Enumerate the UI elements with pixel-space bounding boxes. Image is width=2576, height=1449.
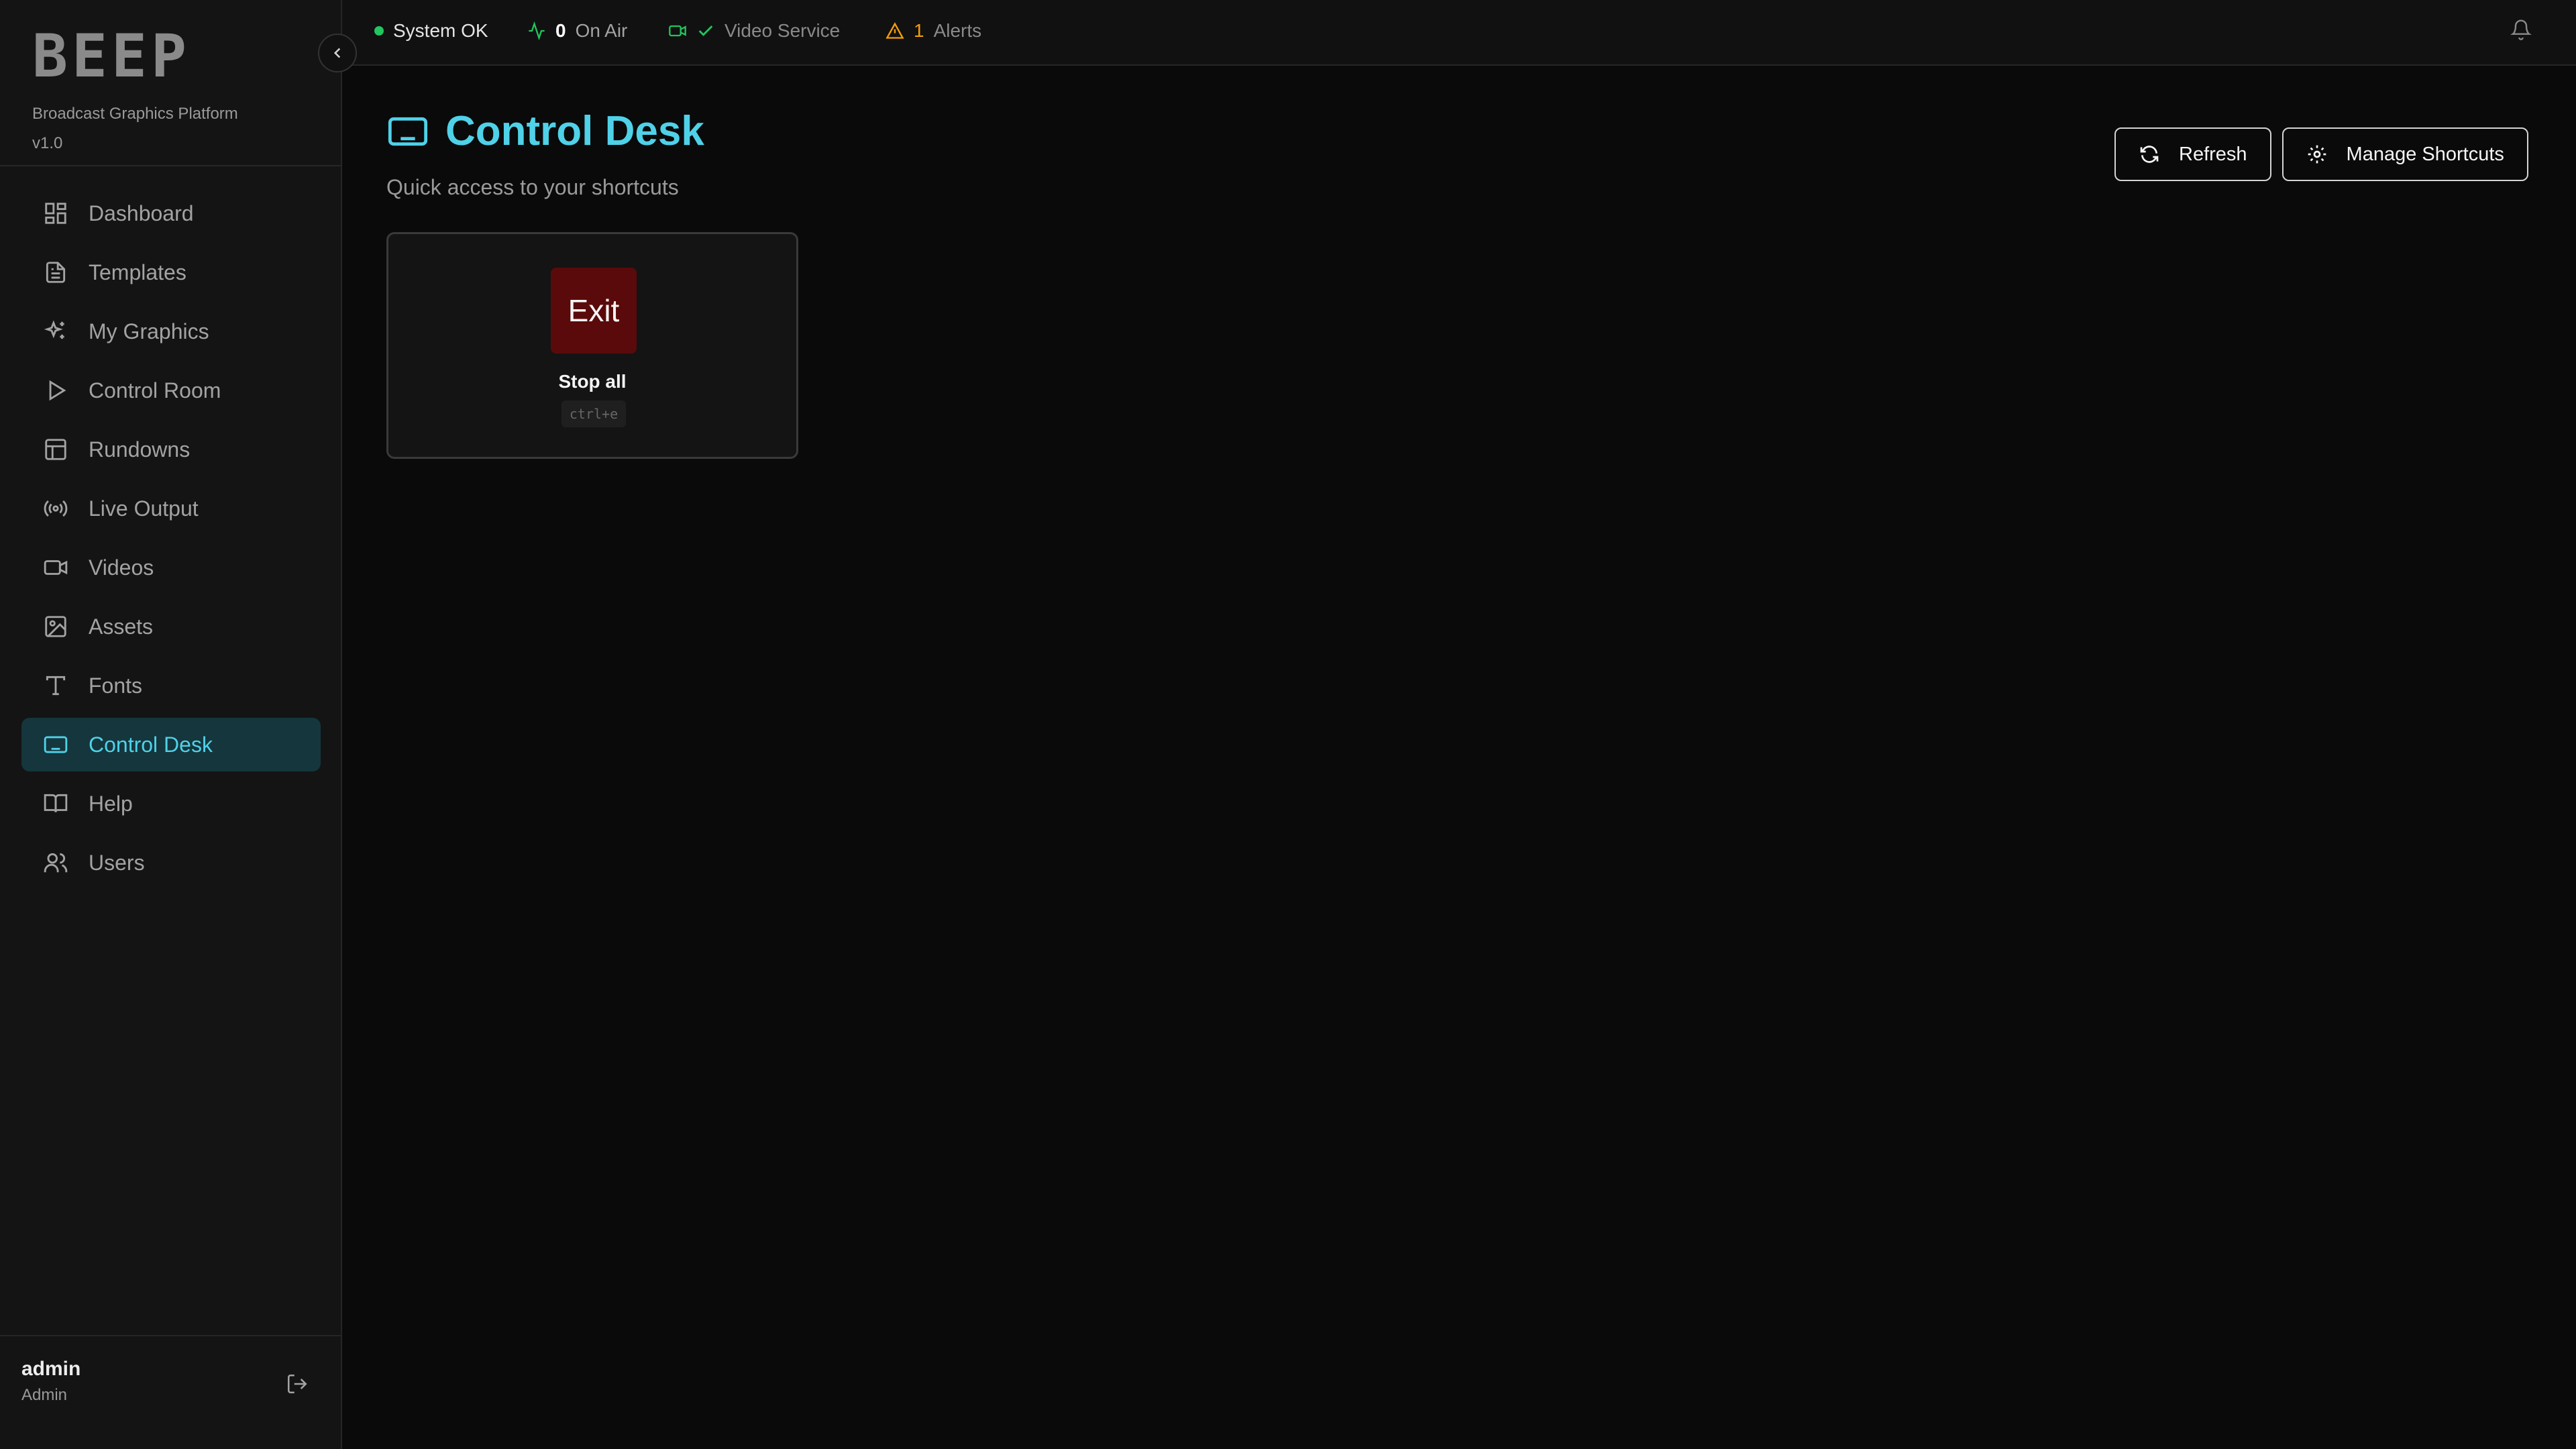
- refresh-icon: [2140, 146, 2159, 163]
- system-status: System OK: [374, 20, 488, 42]
- alerts-count: 1: [914, 20, 924, 41]
- gear-icon: [2308, 145, 2326, 164]
- sidebar-item-label: Dashboard: [89, 201, 194, 225]
- sidebar-item-rundowns[interactable]: Rundowns: [21, 423, 321, 476]
- sidebar-item-videos[interactable]: Videos: [21, 541, 321, 594]
- sidebar-item-my-graphics[interactable]: My Graphics: [21, 305, 321, 358]
- video-service-label: Video Service: [724, 20, 841, 41]
- brand-version: v1.0: [32, 134, 63, 152]
- sidebar-item-dashboard[interactable]: Dashboard: [21, 186, 321, 240]
- shortcut-keys: ctrl+e: [561, 400, 626, 427]
- page-actions: Refresh Manage Shortcuts: [2114, 127, 2528, 181]
- collapse-sidebar-button[interactable]: [318, 34, 357, 72]
- users-icon: [44, 853, 68, 873]
- warning-icon: [885, 22, 904, 39]
- sidebar: BEEP Broadcast Graphics Platform v1.0 Da…: [0, 0, 342, 1449]
- page-title: Control Desk: [445, 108, 704, 154]
- book-icon: [44, 794, 68, 812]
- user-info: admin Admin: [21, 1358, 80, 1405]
- user-role: Admin: [21, 1386, 68, 1404]
- image-icon: [45, 616, 66, 637]
- system-status-label: System OK: [393, 20, 488, 41]
- check-icon: [698, 25, 713, 36]
- page-subtitle: Quick access to your shortcuts: [386, 175, 679, 199]
- divider: [0, 1335, 341, 1336]
- sidebar-item-label: Videos: [89, 555, 154, 580]
- table-icon: [45, 439, 66, 460]
- bell-icon: [2510, 19, 2532, 40]
- refresh-label: Refresh: [2179, 143, 2247, 165]
- alerts-status[interactable]: 1 Alerts: [885, 20, 981, 42]
- sidebar-item-label: Control Room: [89, 378, 221, 402]
- shortcut-card[interactable]: Exit Stop all ctrl+e: [386, 232, 798, 459]
- sidebar-item-live-output[interactable]: Live Output: [21, 482, 321, 535]
- sidebar-item-label: Assets: [89, 614, 154, 639]
- sidebar-item-label: My Graphics: [89, 319, 209, 343]
- sidebar-nav: Dashboard Templates My Graphics Control …: [21, 186, 321, 895]
- on-air-label: On Air: [575, 20, 628, 41]
- shortcut-label: Stop all: [558, 371, 627, 392]
- logout-button[interactable]: [282, 1368, 313, 1399]
- chevron-left-icon: [333, 48, 341, 58]
- shortcut-key-button[interactable]: Exit: [551, 268, 637, 354]
- sidebar-item-label: Control Desk: [89, 732, 213, 757]
- sidebar-item-templates[interactable]: Templates: [21, 246, 321, 299]
- sidebar-item-users[interactable]: Users: [21, 836, 321, 890]
- video-service-status: Video Service: [668, 20, 840, 42]
- refresh-button[interactable]: Refresh: [2114, 127, 2271, 181]
- brand-subtitle: Broadcast Graphics Platform: [32, 105, 238, 123]
- manage-shortcuts-button[interactable]: Manage Shortcuts: [2282, 127, 2528, 181]
- on-air-status: 0 On Air: [527, 20, 627, 42]
- sidebar-item-help[interactable]: Help: [21, 777, 321, 830]
- top-bar: System OK 0 On Air Video Service 1 Alert…: [342, 0, 2576, 66]
- user-name: admin: [21, 1358, 81, 1380]
- keyboard-icon: [388, 117, 428, 146]
- page-header: Control Desk Quick access to your shortc…: [386, 107, 704, 200]
- sidebar-item-label: Fonts: [89, 673, 143, 698]
- status-ok-dot: [374, 26, 384, 36]
- radio-icon: [44, 500, 68, 517]
- video-icon: [44, 560, 68, 575]
- sidebar-item-label: Help: [89, 791, 133, 816]
- activity-icon: [529, 21, 545, 40]
- sidebar-item-assets[interactable]: Assets: [21, 600, 321, 653]
- alerts-label: Alerts: [933, 20, 982, 41]
- sidebar-item-label: Users: [89, 850, 145, 875]
- sidebar-item-label: Templates: [89, 260, 186, 284]
- type-icon: [46, 676, 66, 696]
- logout-icon: [287, 1374, 307, 1394]
- manage-shortcuts-label: Manage Shortcuts: [2346, 143, 2504, 165]
- file-text-icon: [46, 262, 66, 283]
- sidebar-item-label: Live Output: [89, 496, 199, 521]
- dashboard-icon: [45, 203, 66, 224]
- title-row: Control Desk: [386, 107, 704, 155]
- play-icon: [49, 380, 66, 401]
- logo: BEEP: [32, 21, 191, 91]
- on-air-count: 0: [555, 20, 566, 41]
- sidebar-item-control-desk[interactable]: Control Desk: [21, 718, 321, 771]
- notifications-button[interactable]: [2510, 19, 2537, 46]
- sidebar-item-label: Rundowns: [89, 437, 191, 462]
- sidebar-item-control-room[interactable]: Control Room: [21, 364, 321, 417]
- brand: BEEP Broadcast Graphics Platform v1.0: [32, 21, 238, 153]
- video-icon: [669, 25, 686, 37]
- app-root: BEEP Broadcast Graphics Platform v1.0 Da…: [0, 0, 2576, 1449]
- sparkles-icon: [44, 320, 64, 339]
- keyboard-icon: [44, 736, 68, 753]
- sidebar-item-fonts[interactable]: Fonts: [21, 659, 321, 712]
- divider: [0, 165, 341, 166]
